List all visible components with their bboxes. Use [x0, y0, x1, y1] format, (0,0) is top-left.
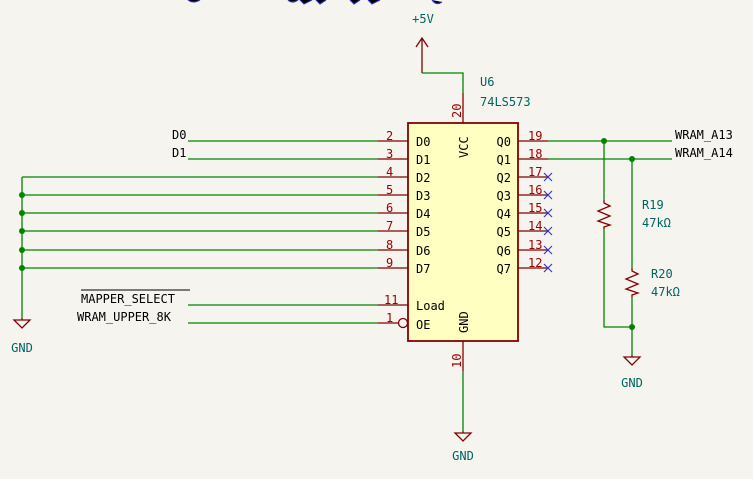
u6-pin-d0-name: D0 — [416, 135, 430, 149]
net-label-mapper-select[interactable]: MAPPER_SELECT — [81, 292, 175, 306]
u6-pin-d2-name: D2 — [416, 171, 430, 185]
gnd-right-label: GND — [621, 376, 643, 390]
u6-pin-q6-number: 13 — [528, 238, 542, 252]
u6-pin-d1-number: 3 — [386, 147, 393, 161]
u6-reference: U6 — [480, 75, 494, 89]
u6-pin-q7-number: 12 — [528, 256, 542, 270]
gnd-symbol-left[interactable]: GND — [11, 318, 33, 355]
u6-gnd-name: GND — [457, 311, 471, 333]
u6-pin-q1-name: Q1 — [497, 153, 511, 167]
gnd-symbol-right[interactable]: GND — [621, 355, 643, 390]
u6-pin-q3-name: Q3 — [497, 189, 511, 203]
u6-pin-oe-name: OE — [416, 318, 430, 332]
r20-value: 47kΩ — [651, 285, 680, 299]
no-connect-markers — [543, 172, 553, 273]
u6-pin-q7-name: Q7 — [497, 262, 511, 276]
wire-r19[interactable] — [603, 141, 632, 328]
r19-value: 47kΩ — [642, 216, 671, 230]
net-label-wram-a13[interactable]: WRAM_A13 — [675, 128, 733, 142]
resistor-r20[interactable]: R20 47kΩ — [624, 267, 680, 299]
r19-reference: R19 — [642, 198, 664, 212]
u6-pin-load-name: Load — [416, 299, 445, 313]
net-label-wram-upper-8k[interactable]: WRAM_UPPER_8K — [77, 310, 172, 324]
r20-reference: R20 — [651, 267, 673, 281]
u6-pin-q4-name: Q4 — [497, 207, 511, 221]
u6-value: 74LS573 — [480, 95, 531, 109]
u6-pin-d6-number: 8 — [386, 238, 393, 252]
u6-pin-d4-number: 6 — [386, 201, 393, 215]
u6-pin-gnd-number: 10 — [450, 354, 464, 368]
wire-5v-to-vcc[interactable] — [422, 72, 464, 93]
gnd-bottom-label: GND — [452, 449, 474, 463]
u6-pin-d4-name: D4 — [416, 207, 430, 221]
u6-pin-d3-number: 5 — [386, 183, 393, 197]
u6-pin-q2-number: 17 — [528, 165, 542, 179]
net-label-d1[interactable]: D1 — [172, 146, 186, 160]
net-label-wram-a14[interactable]: WRAM_A14 — [675, 146, 733, 160]
junction-r-gnd — [629, 324, 635, 330]
power-symbol-5v[interactable]: +5V — [412, 12, 434, 73]
u6-pin-q4-number: 15 — [528, 201, 542, 215]
u6-pin-d2-number: 4 — [386, 165, 393, 179]
u6-pin-d0-number: 2 — [386, 129, 393, 143]
power-5v-label: +5V — [412, 12, 434, 26]
u6-pin-d6-name: D6 — [416, 244, 430, 258]
u6-oe-inversion-bubble — [397, 317, 409, 329]
u6-pin-d7-name: D7 — [416, 262, 430, 276]
ic-u6[interactable]: U6 74LS573 20 2 3 4 5 6 7 8 9 D0 D1 D2 D… — [378, 75, 548, 371]
u6-pin-q5-number: 14 — [528, 219, 542, 233]
gnd-left-label: GND — [11, 341, 33, 355]
u6-pin-q1-number: 18 — [528, 147, 542, 161]
u6-pin-q6-name: Q6 — [497, 244, 511, 258]
u6-pin-load-number: 11 — [384, 293, 398, 307]
u6-vcc-name: VCC — [457, 136, 471, 158]
u6-pin-q5-name: Q5 — [497, 225, 511, 239]
u6-pin-q2-name: Q2 — [497, 171, 511, 185]
gnd-symbol-bottom[interactable]: GND — [452, 431, 474, 463]
resistor-r19[interactable]: R19 47kΩ — [596, 198, 671, 230]
u6-pin-d3-name: D3 — [416, 189, 430, 203]
u6-pin-d5-number: 7 — [386, 219, 393, 233]
u6-pin-d7-number: 9 — [386, 256, 393, 270]
u6-pin-oe-number: 1 — [386, 311, 393, 325]
u6-pin-d1-name: D1 — [416, 153, 430, 167]
clipped-top-graphic — [187, 0, 443, 5]
wire-gnd-tie-d2-d7[interactable] — [21, 176, 378, 318]
schematic-canvas[interactable]: +5V U6 74LS573 20 2 3 4 5 6 7 8 9 D0 D1 … — [0, 0, 753, 479]
u6-pin-q0-number: 19 — [528, 129, 542, 143]
u6-pin-d5-name: D5 — [416, 225, 430, 239]
net-label-d0[interactable]: D0 — [172, 128, 186, 142]
u6-pin-vcc-number: 20 — [450, 104, 464, 118]
u6-pin-q0-name: Q0 — [497, 135, 511, 149]
u6-pin-q3-number: 16 — [528, 183, 542, 197]
